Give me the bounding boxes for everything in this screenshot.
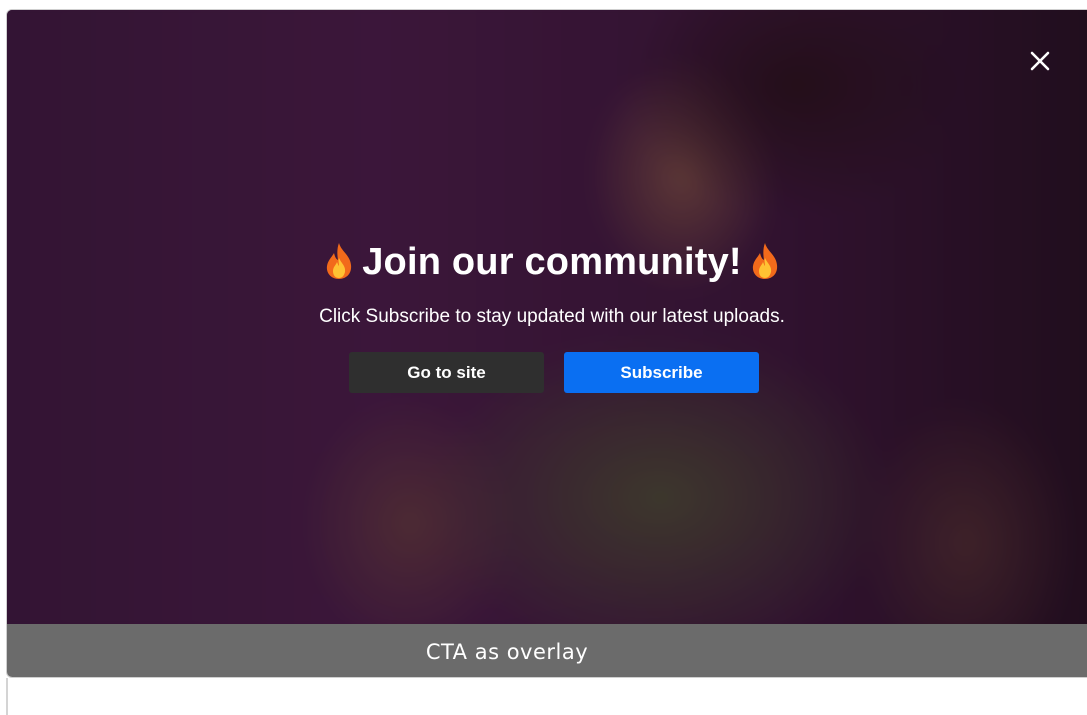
cta-title-line: Join our community! <box>7 236 1087 294</box>
left-border-line <box>6 678 8 715</box>
fire-icon <box>322 242 356 294</box>
cta-subtitle: Click Subscribe to stay updated with our… <box>319 306 785 327</box>
cta-button-row: Go to site Subscribe <box>349 352 759 393</box>
subscribe-button[interactable]: Subscribe <box>564 352 759 393</box>
fire-icon <box>748 242 782 294</box>
go-to-site-button[interactable]: Go to site <box>349 352 544 393</box>
cta-title: Join our community! <box>362 241 742 283</box>
close-icon <box>1030 51 1050 71</box>
close-button[interactable] <box>1027 48 1053 74</box>
cta-overlay: Join our community! Click Subscribe to s… <box>7 236 1087 330</box>
video-background: Join our community! Click Subscribe to s… <box>7 10 1087 624</box>
caption-bar: CTA as overlay <box>7 624 1087 677</box>
caption-text: CTA as overlay <box>425 639 589 664</box>
demo-card: Join our community! Click Subscribe to s… <box>6 9 1087 678</box>
